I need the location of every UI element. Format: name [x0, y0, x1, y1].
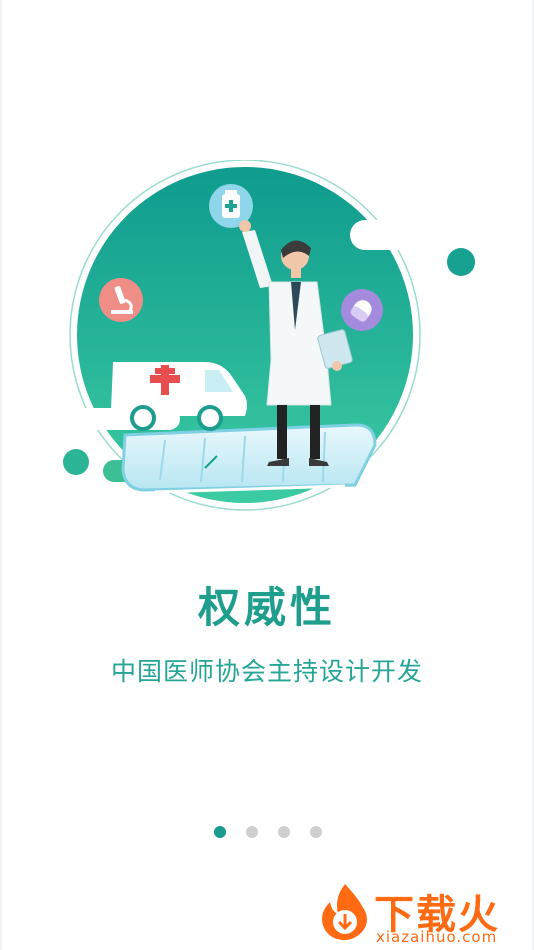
hero-illustration	[63, 160, 475, 511]
tablet	[121, 423, 377, 492]
pagination-dot-1[interactable]	[214, 826, 226, 838]
onboarding-page: 权威性 中国医师协会主持设计开发 下载火 xiazaihuo.com	[0, 0, 534, 950]
watermark: 下载火 xiazaihuo.com	[306, 880, 526, 950]
dot-teal-right	[447, 248, 475, 276]
watermark-url: xiazaihuo.com	[376, 928, 498, 946]
stripe-white	[350, 220, 450, 250]
pill-capsule-icon	[341, 289, 383, 331]
dot-teal-left	[63, 449, 89, 475]
slide-title: 权威性	[197, 583, 336, 632]
microscope-icon	[99, 278, 143, 322]
slide-subtitle: 中国医师协会主持设计开发	[110, 657, 423, 686]
pagination-dot-4[interactable]	[310, 826, 322, 838]
pagination-dots	[214, 826, 322, 838]
left-edge	[0, 0, 2, 950]
pagination-dot-3[interactable]	[278, 826, 290, 838]
pagination-dot-2[interactable]	[246, 826, 258, 838]
flame-logo-icon	[322, 884, 367, 940]
